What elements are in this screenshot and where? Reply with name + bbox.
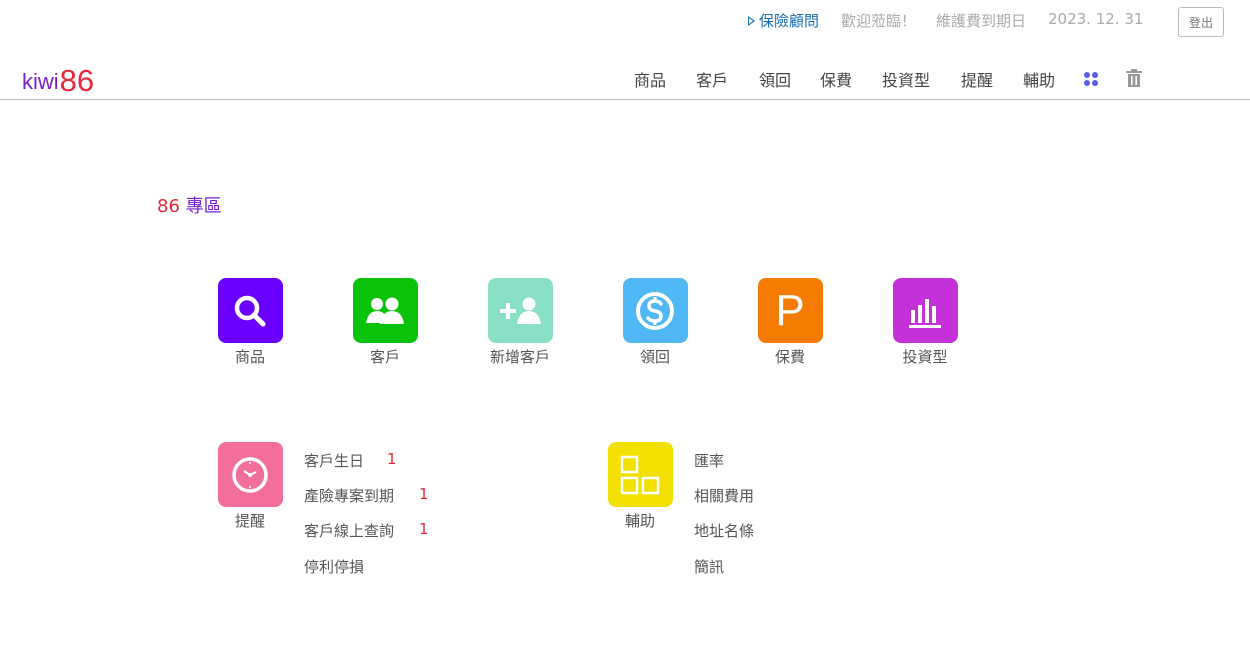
tile-investment-label: 投資型 [902, 348, 948, 366]
reminder-item-online-query[interactable]: 客戶線上查詢 [304, 520, 394, 541]
tile-assist-label: 輔助 [624, 512, 655, 530]
tile-investment-box [892, 278, 958, 343]
reminder-item-stop-loss[interactable]: 停利停損 [304, 556, 364, 577]
nav-item-products[interactable]: 商品 [634, 67, 666, 91]
add-user-icon [500, 297, 541, 324]
apps-grid-icon[interactable] [1084, 72, 1098, 86]
nav-item-assist[interactable]: 輔助 [1023, 67, 1055, 91]
nav-item-payout[interactable]: 領回 [759, 67, 791, 91]
main-nav: 商品 客戶 領回 保費 投資型 提醒 輔助 [0, 67, 1250, 93]
tile-assist[interactable]: 輔助 [595, 442, 685, 531]
nav-item-investment[interactable]: 投資型 [882, 67, 930, 91]
reminder-project-expiry-count: 1 [419, 485, 429, 503]
tile-reminder-box [217, 442, 283, 507]
tile-add-customer[interactable]: 新增客戶 [475, 278, 565, 367]
advisor-link[interactable]: 保險顧問 [748, 10, 819, 31]
zone-title: 86 專區 [157, 192, 222, 218]
clock-icon [232, 456, 268, 493]
maintenance-label: 維護費到期日 [936, 12, 1027, 30]
tile-premium-label: 保費 [774, 348, 805, 366]
tile-payout-label: 領回 [639, 348, 670, 366]
tile-customers-label: 客戶 [369, 348, 400, 366]
reminder-item-project-expiry[interactable]: 產險專案到期 [304, 485, 394, 506]
tile-payout[interactable]: 領回 [610, 278, 700, 367]
tile-assist-box [607, 442, 673, 507]
assist-item-address-labels[interactable]: 地址名條 [694, 520, 754, 541]
p-letter-icon: P [775, 285, 805, 335]
reminder-online-query-count: 1 [419, 520, 429, 538]
zone-number: 86 [157, 196, 180, 217]
maintenance-date: 2023. 12. 31 [1048, 10, 1144, 28]
tile-add-customer-box [487, 278, 553, 343]
tile-reminder[interactable]: 提醒 [205, 442, 295, 531]
welcome-text: 歡迎蒞臨！ [841, 12, 917, 30]
advisor-label: 保險顧問 [759, 12, 820, 30]
header-divider [0, 99, 1250, 100]
tile-premium[interactable]: P 保費 [745, 278, 835, 367]
trash-icon[interactable] [1126, 69, 1142, 87]
nav-item-customers[interactable]: 客戶 [696, 67, 728, 91]
assist-item-sms[interactable]: 簡訊 [694, 556, 724, 577]
users-icon [366, 297, 404, 324]
nav-item-reminder[interactable]: 提醒 [961, 67, 993, 91]
dollar-icon [636, 291, 674, 330]
tile-customers-box [352, 278, 418, 343]
bar-chart-icon [909, 298, 941, 328]
top-info-bar: 保險顧問 歡迎蒞臨！ 維護費到期日 2023. 12. 31 登出 [0, 7, 1250, 37]
search-icon [234, 295, 266, 326]
tile-products-label: 商品 [234, 348, 265, 366]
assist-item-exchange-rate[interactable]: 匯率 [694, 450, 724, 471]
logout-button[interactable]: 登出 [1178, 7, 1224, 37]
reminder-item-birthday[interactable]: 客戶生日 [304, 450, 364, 471]
tile-investment[interactable]: 投資型 [880, 278, 970, 367]
tile-add-customer-label: 新增客戶 [489, 348, 550, 366]
squares-icon [620, 455, 660, 494]
tile-reminder-label: 提醒 [234, 512, 265, 530]
tile-customers[interactable]: 客戶 [340, 278, 430, 367]
tile-products-box [217, 278, 283, 343]
triangle-right-icon [748, 15, 755, 26]
tile-payout-box [622, 278, 688, 343]
reminder-birthday-count: 1 [387, 450, 397, 468]
nav-item-premium[interactable]: 保費 [820, 67, 852, 91]
zone-label: 專區 [185, 196, 222, 217]
assist-item-fees[interactable]: 相關費用 [694, 485, 754, 506]
tile-premium-box: P [757, 278, 823, 343]
tile-products[interactable]: 商品 [205, 278, 295, 367]
page: 保險顧問 歡迎蒞臨！ 維護費到期日 2023. 12. 31 登出 kiwi 8… [0, 0, 1250, 652]
